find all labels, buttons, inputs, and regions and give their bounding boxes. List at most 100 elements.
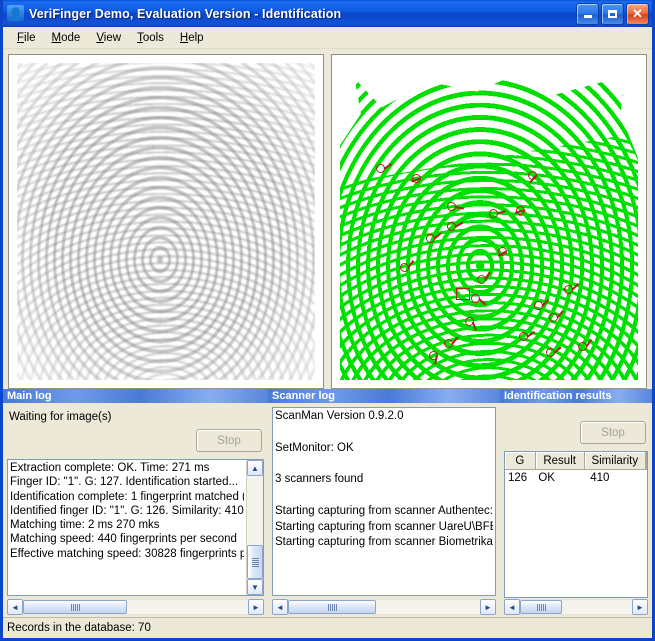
scanner-log-horizontal-scrollbar[interactable]: ◄ ►: [272, 599, 496, 615]
identification-results-header: Identification results: [500, 389, 652, 403]
log-line: Starting capturing from scanner UareU\BF…: [275, 520, 493, 533]
minutia-marker: [410, 173, 421, 183]
log-line: 3 scanners found: [275, 473, 364, 486]
application-window: 👤 VeriFinger Demo, Evaluation Version - …: [0, 0, 655, 641]
core-point-marker: [456, 288, 471, 301]
main-log-panel: Main log Waiting for image(s) Stop Extra…: [3, 389, 268, 617]
menu-item-mode[interactable]: Mode: [44, 30, 89, 46]
log-line: Starting capturing from scanner Authente…: [275, 504, 493, 517]
identification-hscroll-thumb[interactable]: [520, 600, 562, 614]
scanner-log-hscroll-track[interactable]: [288, 599, 480, 615]
minutia-marker: [399, 259, 414, 272]
menu-item-view[interactable]: View: [88, 30, 129, 46]
menu-item-tools[interactable]: Tools: [129, 30, 172, 46]
app-fingerprint-icon: 👤: [7, 5, 24, 22]
main-log-stop-button[interactable]: Stop: [196, 429, 262, 452]
status-bar: Records in the database: 70: [3, 617, 652, 638]
minutia-marker: [563, 282, 579, 294]
scroll-left-icon[interactable]: ◄: [504, 599, 520, 615]
title-bar[interactable]: 👤 VeriFinger Demo, Evaluation Version - …: [3, 0, 652, 27]
scroll-left-icon[interactable]: ◄: [272, 599, 288, 615]
close-icon: ✕: [632, 6, 643, 21]
main-log-hscroll-thumb[interactable]: [23, 600, 127, 614]
window-controls: ✕: [576, 2, 649, 25]
identification-results-grid[interactable]: G Result Similarity 126 OK 410: [504, 451, 648, 598]
scanner-log-header: Scanner log: [268, 389, 500, 403]
scanner-log-hscroll-thumb[interactable]: [288, 600, 376, 614]
main-log-textbox[interactable]: Extraction complete: OK. Time: 271 ms Fi…: [7, 459, 264, 596]
status-bar-text: Records in the database: 70: [7, 622, 151, 634]
main-log-vscroll-thumb[interactable]: [247, 545, 263, 579]
minutia-marker: [497, 246, 507, 257]
close-button[interactable]: ✕: [626, 2, 649, 25]
log-line: ScanMan Version 0.9.2.0: [275, 410, 404, 422]
main-log-horizontal-scrollbar[interactable]: ◄ ►: [7, 599, 264, 615]
column-header-result[interactable]: Result: [536, 452, 585, 469]
minutia-marker: [447, 221, 464, 231]
main-log-vscroll-track[interactable]: [247, 476, 263, 579]
menu-item-help[interactable]: Help: [172, 30, 212, 46]
scanner-log-panel: Scanner log ScanMan Version 0.9.2.0 SetM…: [268, 389, 500, 617]
scroll-thumb-grip: [251, 557, 259, 567]
identification-stop-button[interactable]: Stop: [580, 421, 646, 444]
scanner-log-body: ScanMan Version 0.9.2.0 SetMonitor: OK 3…: [268, 403, 500, 617]
column-header-g[interactable]: G: [505, 452, 536, 469]
identification-hscroll-track[interactable]: [520, 599, 632, 615]
main-log-stop-row: Stop: [7, 423, 264, 452]
maximize-button[interactable]: [601, 2, 624, 25]
minutia-marker: [429, 351, 439, 366]
scroll-right-icon[interactable]: ►: [632, 599, 648, 615]
minutia-marker: [465, 316, 477, 331]
log-line: Identification complete: 1 fingerprint m…: [10, 490, 244, 503]
window-title: VeriFinger Demo, Evaluation Version - Id…: [29, 6, 342, 21]
menu-item-file[interactable]: File: [9, 30, 44, 46]
scroll-thumb-grip: [70, 603, 80, 611]
minutia-marker: [545, 346, 561, 358]
cell-similarity: 410: [590, 472, 610, 484]
scroll-left-icon[interactable]: ◄: [7, 599, 23, 615]
main-log-status: Waiting for image(s): [9, 411, 112, 423]
log-line: Finger ID: "1". G: 127. Identification s…: [10, 476, 239, 489]
cell-result: OK: [538, 472, 555, 484]
log-line: SetMonitor: OK: [275, 441, 354, 454]
minutia-marker: [527, 170, 537, 183]
minutia-marker: [514, 205, 525, 215]
log-line: Starting capturing from scanner Biometri…: [275, 536, 493, 549]
original-fingerprint-panel[interactable]: [8, 54, 324, 389]
scroll-right-icon[interactable]: ►: [248, 599, 264, 615]
maximize-icon: [608, 9, 617, 18]
main-log-hscroll-track[interactable]: [23, 599, 248, 615]
original-fingerprint-image: [17, 63, 315, 380]
table-row[interactable]: 126 OK 410: [505, 470, 647, 486]
processed-fingerprint-panel[interactable]: [331, 54, 647, 389]
log-line: Extraction complete: OK. Time: 271 ms: [10, 462, 210, 474]
identification-results-body: Stop G Result Similarity 126 OK 410 ◄ ►: [500, 403, 652, 617]
fingerprint-fade-layer: [17, 63, 315, 380]
minimize-button[interactable]: [576, 2, 599, 25]
grid-header-row: G Result Similarity: [505, 452, 647, 470]
minimize-icon: [583, 15, 592, 18]
scanner-log-lines: ScanMan Version 0.9.2.0 SetMonitor: OK 3…: [273, 408, 495, 595]
column-header-similarity[interactable]: Similarity: [585, 452, 646, 469]
column-header-extra[interactable]: [646, 452, 647, 469]
log-line: Matching time: 2 ms 270 mks: [10, 519, 160, 532]
log-line: Effective matching speed: 30828 fingerpr…: [10, 547, 244, 560]
minutia-marker: [489, 208, 506, 218]
scroll-right-icon[interactable]: ►: [480, 599, 496, 615]
scroll-down-icon[interactable]: ▼: [247, 579, 263, 595]
log-line: Identified finger ID: "1". G: 126. Simil…: [10, 504, 244, 517]
main-log-header: Main log: [3, 389, 268, 403]
identification-horizontal-scrollbar[interactable]: ◄ ►: [504, 599, 648, 615]
identification-stop-row: Stop: [504, 403, 648, 444]
main-log-lines: Extraction complete: OK. Time: 271 ms Fi…: [8, 460, 246, 595]
minutia-marker: [548, 310, 563, 323]
skeleton-ridges-core: [340, 63, 638, 380]
cell-g: 126: [508, 472, 528, 484]
menu-bar: File Mode View Tools Help: [3, 27, 652, 49]
image-row: [3, 49, 652, 389]
scanner-log-textbox[interactable]: ScanMan Version 0.9.2.0 SetMonitor: OK 3…: [272, 407, 496, 596]
scroll-up-icon[interactable]: ▲: [247, 460, 263, 476]
main-log-vertical-scrollbar[interactable]: ▲ ▼: [246, 460, 263, 595]
